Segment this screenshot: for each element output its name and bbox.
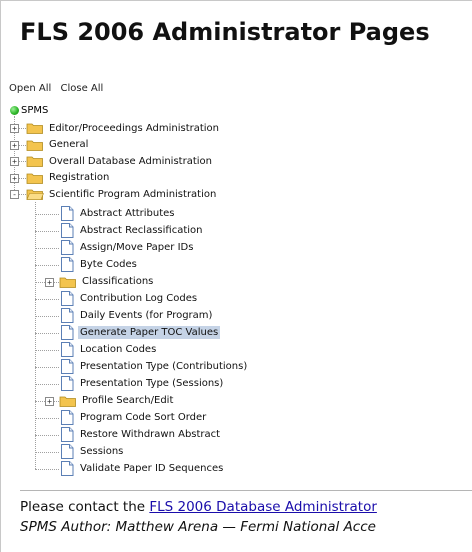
tree-connector [35,366,59,368]
tree-connector [35,201,36,469]
tree-group-label: General [49,139,89,150]
tree-item-label: Classifications [82,276,154,287]
collapse-icon[interactable]: - [10,190,19,199]
tree-root[interactable]: SPMS [10,103,48,117]
folder-open-icon [26,188,44,200]
tree-item-label: Daily Events (for Program) [80,310,213,321]
tree-item-label: Sessions [80,446,124,457]
tree-item-restore-withdrawn-abstract[interactable]: Restore Withdrawn Abstract [60,427,222,443]
open-all-link[interactable]: Open All [9,83,51,94]
document-icon [60,342,74,357]
tree-group-label: Editor/Proceedings Administration [49,122,220,134]
tree-item-presentation-type-contributions[interactable]: Presentation Type (Contributions) [60,359,249,375]
tree-connector [35,468,59,470]
tree-connector [35,264,59,266]
folder-icon [59,395,77,407]
page-title: FLS 2006 Administrator Pages [20,18,430,46]
tree-toolbar: Open All Close All [9,83,109,94]
folder-icon [26,139,44,151]
close-all-link[interactable]: Close All [60,83,103,94]
tree-connector [35,451,59,453]
window-frame-top [0,0,472,1]
document-icon [60,291,74,306]
folder-icon [26,155,44,167]
db-admin-link[interactable]: FLS 2006 Database Administrator [149,499,377,515]
tree-item-profile-search-edit[interactable]: Profile Search/Edit [59,393,175,409]
tree-connector [35,247,59,249]
expand-icon[interactable]: + [10,157,19,166]
tree-item-location-codes[interactable]: Location Codes [60,342,158,358]
expand-icon[interactable]: + [45,396,54,406]
document-icon [60,308,74,323]
contact-prefix: Please contact the [20,499,150,515]
tree-group-editor-proceedings-administration[interactable]: Editor/Proceedings Administration [26,120,221,136]
tree-item-label: Contribution Log Codes [80,293,198,304]
expand-icon[interactable]: + [10,140,19,150]
tree-item-presentation-type-sessions[interactable]: Presentation Type (Sessions) [60,376,225,392]
tree-group-label: Registration [49,172,110,183]
tree-connector [35,213,59,215]
tree-connector [35,315,59,317]
tree-connector [35,349,59,351]
tree-root-label: SPMS [21,104,49,116]
tree-connector [35,434,59,436]
tree-connector [35,332,59,334]
author-line: SPMS Author: Matthew Arena — Fermi Natio… [20,519,376,535]
tree-connector [35,230,59,232]
tree-item-label: Restore Withdrawn Abstract [80,429,221,440]
tree-item-label: Byte Codes [80,259,137,270]
status-dot-icon [10,105,19,115]
document-icon [60,410,74,425]
tree-item-label: Abstract Reclassification [80,225,203,236]
folder-icon [26,122,44,134]
tree-item-validate-paper-id-sequences[interactable]: Validate Paper ID Sequences [60,461,225,477]
tree-item-label: Assign/Move Paper IDs [80,242,194,253]
tree-item-daily-events-for-program[interactable]: Daily Events (for Program) [60,308,214,324]
tree-group-overall-database-administration[interactable]: Overall Database Administration [26,153,214,169]
tree-group-general[interactable]: General [26,137,90,153]
tree-item-label: Validate Paper ID Sequences [80,463,224,474]
tree-item-contribution-log-codes[interactable]: Contribution Log Codes [60,291,199,307]
contact-line: Please contact the FLS 2006 Database Adm… [20,499,377,515]
tree-item-abstract-attributes[interactable]: Abstract Attributes [60,206,177,222]
folder-icon [26,172,44,184]
document-icon [60,359,74,374]
tree-item-label: Presentation Type (Sessions) [80,378,224,389]
tree-group-scientific-program-administration[interactable]: Scientific Program Administration [26,186,218,202]
tree-item-assign-move-paper-ids[interactable]: Assign/Move Paper IDs [60,240,195,256]
tree-item-classifications[interactable]: Classifications [59,274,155,290]
tree-connector [35,417,59,419]
footer-divider [20,490,472,491]
tree-item-program-code-sort-order[interactable]: Program Code Sort Order [60,410,208,426]
tree-item-label: Abstract Attributes [80,208,175,219]
document-icon [60,223,74,238]
expand-icon[interactable]: + [10,124,19,133]
tree-item-label: Profile Search/Edit [82,395,174,406]
tree-group-registration[interactable]: Registration [26,170,111,186]
tree-item-byte-codes[interactable]: Byte Codes [60,257,139,273]
tree-connector [35,383,59,385]
document-icon [60,376,74,391]
tree-item-label: Program Code Sort Order [80,412,207,423]
window-frame-left [0,0,1,552]
tree-item-abstract-reclassification[interactable]: Abstract Reclassification [60,223,205,239]
expand-icon[interactable]: + [10,173,19,183]
folder-icon [59,276,77,288]
document-icon [60,325,74,340]
tree-item-sessions[interactable]: Sessions [60,444,125,460]
tree-item-label: Presentation Type (Contributions) [80,361,248,372]
tree-item-generate-paper-toc-values[interactable]: Generate Paper TOC Values [60,325,221,341]
tree-item-label: Generate Paper TOC Values [78,326,221,339]
document-icon [60,444,74,459]
document-icon [60,461,74,476]
tree-connector [35,298,59,300]
tree-group-label: Overall Database Administration [49,155,212,167]
tree-group-label: Scientific Program Administration [49,188,217,200]
document-icon [60,257,74,272]
document-icon [60,427,74,442]
tree-item-label: Location Codes [80,344,157,355]
expand-icon[interactable]: + [45,277,54,287]
document-icon [60,240,74,255]
document-icon [60,206,74,221]
